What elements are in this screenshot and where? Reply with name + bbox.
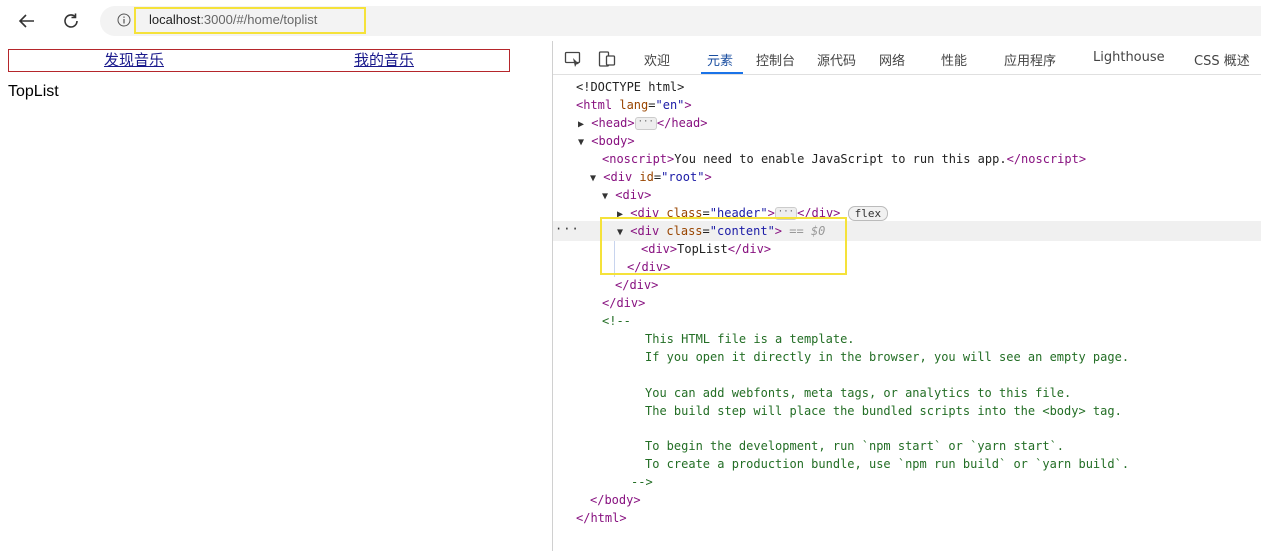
inspect-element-icon[interactable] — [564, 50, 582, 68]
back-arrow-icon — [18, 14, 34, 28]
tab-welcome[interactable]: 欢迎 — [644, 50, 670, 69]
tab-console[interactable]: 控制台 — [756, 50, 795, 69]
reload-icon — [64, 13, 78, 28]
devtools-panel: 欢迎 元素 控制台 源代码 网络 性能 应用程序 Lighthouse CSS … — [552, 41, 1261, 551]
tab-lighthouse[interactable]: Lighthouse — [1093, 50, 1165, 65]
nav-link-discover-music[interactable]: 发现音乐 — [9, 50, 259, 71]
tab-network[interactable]: 网络 — [879, 50, 905, 69]
header-nav: 发现音乐 我的音乐 — [8, 49, 510, 72]
active-tab-indicator — [701, 72, 743, 74]
devtools-tab-bar: 欢迎 元素 控制台 源代码 网络 性能 应用程序 Lighthouse CSS … — [553, 41, 1261, 75]
nav-link-my-music[interactable]: 我的音乐 — [259, 50, 509, 71]
tab-application[interactable]: 应用程序 — [1004, 50, 1056, 69]
back-button[interactable] — [12, 6, 42, 36]
reload-button[interactable] — [56, 6, 86, 36]
tab-performance[interactable]: 性能 — [941, 50, 967, 69]
info-icon[interactable] — [117, 13, 131, 27]
url-highlight-box — [134, 7, 366, 34]
browser-toolbar: localhost:3000/#/home/toplist — [0, 0, 1261, 41]
content-text: TopList — [8, 83, 59, 100]
device-toolbar-icon[interactable] — [598, 50, 616, 68]
tab-elements[interactable]: 元素 — [707, 50, 733, 69]
tab-sources[interactable]: 源代码 — [817, 50, 856, 69]
tab-css-overview[interactable]: CSS 概述 — [1194, 50, 1250, 69]
rendered-page: 发现音乐 我的音乐 TopList — [0, 41, 552, 551]
